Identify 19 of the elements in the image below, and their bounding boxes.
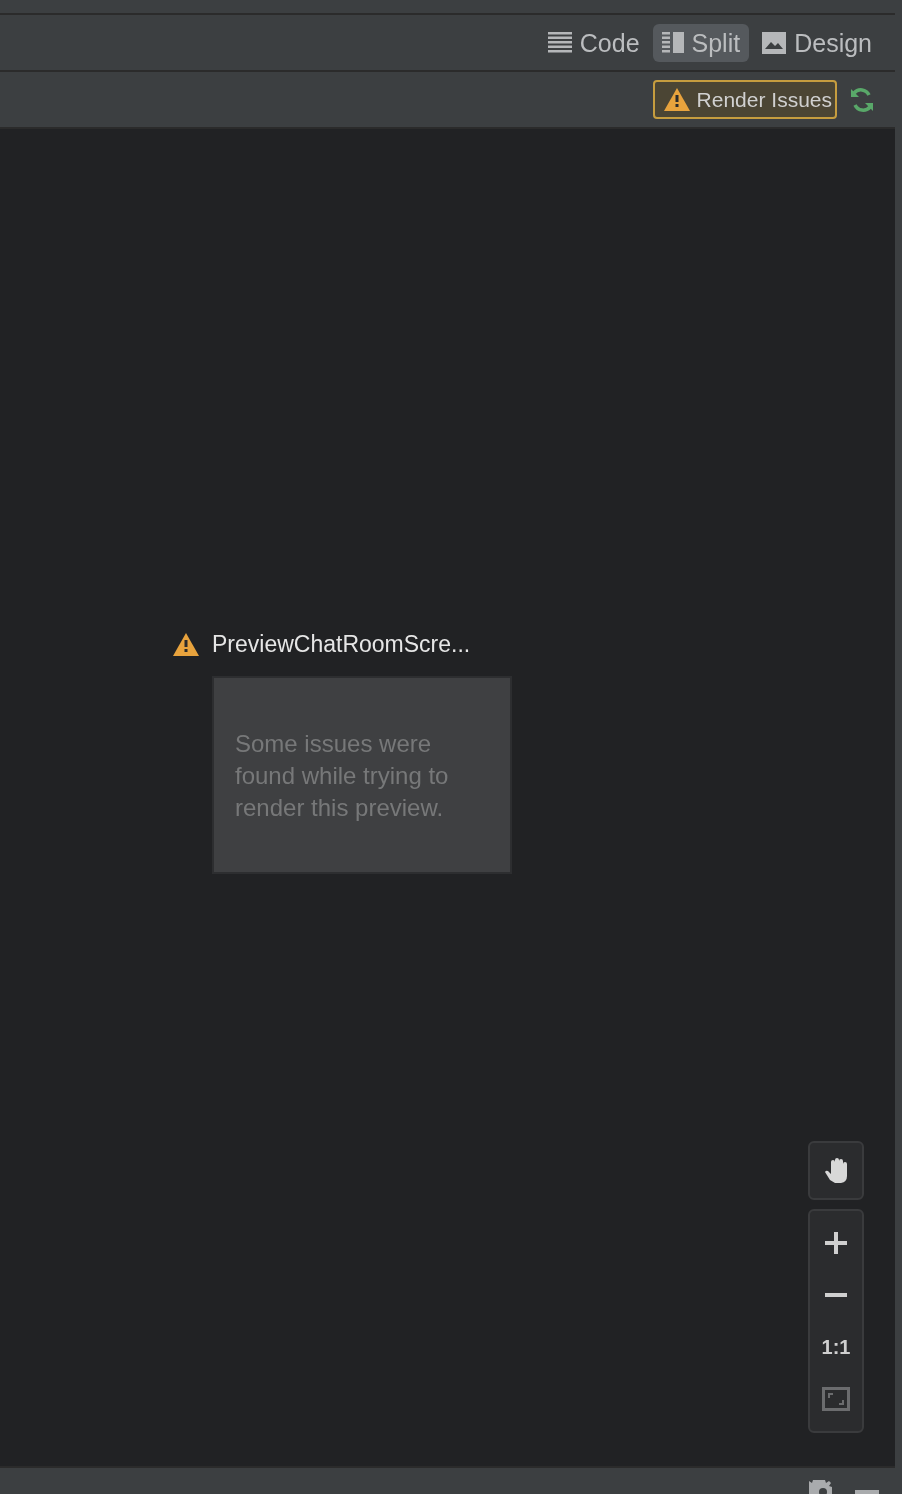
settings-icon[interactable] <box>809 1480 835 1494</box>
error-message: Some issues were found while trying to render this preview. <box>235 728 450 823</box>
preview-title: PreviewChatRoomScre... <box>212 630 471 659</box>
view-tab[interactable]: Split <box>652 23 750 62</box>
split-view-icon <box>661 32 684 53</box>
image-icon <box>762 31 787 54</box>
lines-icon <box>547 32 572 53</box>
view-tab[interactable]: Design <box>753 23 881 62</box>
plus-icon <box>825 1232 847 1254</box>
render-issues-button[interactable]: Render Issues <box>652 79 837 120</box>
warning-icon <box>172 631 200 657</box>
actual-size-button[interactable]: 1:1 <box>814 1321 858 1373</box>
hand-icon <box>823 1158 849 1183</box>
pan-button[interactable] <box>808 1141 864 1200</box>
warning-icon <box>662 87 691 112</box>
fit-screen-icon <box>822 1387 850 1411</box>
refresh-icon[interactable] <box>849 86 875 113</box>
view-tab[interactable]: Code <box>538 23 649 62</box>
minus-icon <box>825 1293 847 1297</box>
